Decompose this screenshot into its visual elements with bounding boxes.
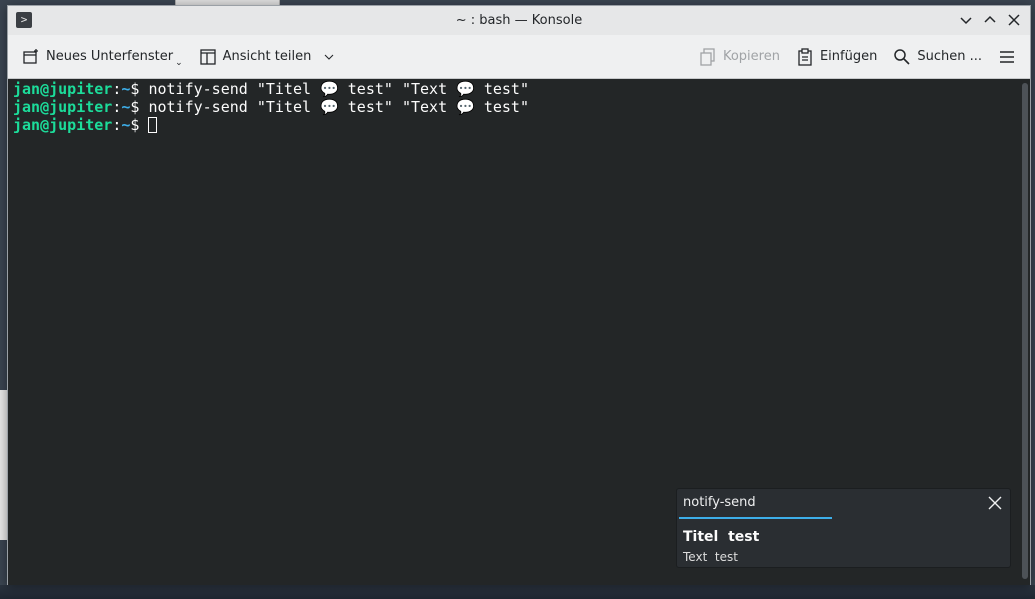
hamburger-menu-button[interactable] — [990, 41, 1024, 73]
window-controls — [956, 10, 1024, 30]
minimize-button[interactable] — [956, 10, 976, 30]
chevron-down-icon — [960, 17, 972, 25]
prompt-dollar: $ — [130, 116, 149, 134]
close-icon — [1008, 14, 1020, 26]
notification-popup[interactable]: notify-send Titel 󠀠 test Text 󠀠 test — [676, 488, 1011, 568]
new-tab-label: Neues Unterfenster — [46, 49, 174, 64]
toolbar: Neues Unterfenster ⌄ Ansicht teilen Kopi… — [8, 35, 1030, 79]
prompt-user: jan@jupiter — [13, 80, 113, 98]
chevron-up-icon — [984, 15, 996, 23]
title-bar[interactable]: > ~ : bash — Konsole — [8, 6, 1030, 35]
terminal-cursor — [148, 117, 158, 133]
window-title: ~ : bash — Konsole — [455, 13, 583, 28]
split-view-icon — [199, 48, 216, 65]
split-view-button[interactable]: Ansicht teilen — [191, 41, 344, 73]
notification-body: Text 󠀠 test — [683, 550, 738, 564]
chevron-down-icon[interactable] — [323, 51, 335, 63]
konsole-app-icon[interactable]: > — [16, 12, 32, 28]
search-icon — [894, 48, 910, 65]
terminal-output: jan@jupiter:~$ notify-send "Titel 💬 test… — [13, 80, 529, 134]
prompt-dollar: $ — [130, 98, 149, 116]
terminal-line: jan@jupiter:~$ notify-send "Titel 💬 test… — [13, 98, 529, 116]
new-tab-icon — [23, 48, 38, 64]
paste-button[interactable]: Einfügen — [788, 41, 885, 73]
new-tab-button[interactable]: Neues Unterfenster ⌄ — [14, 41, 191, 73]
scrollbar-thumb[interactable] — [1022, 83, 1028, 579]
notification-app-name: notify-send — [683, 495, 756, 510]
command-text: notify-send "Titel 💬 test" "Text 💬 test" — [148, 98, 529, 116]
desktop-panel-edge — [0, 585, 1035, 599]
notification-timeout-bar — [679, 517, 832, 519]
prompt-user: jan@jupiter — [13, 116, 113, 134]
prompt-user: jan@jupiter — [13, 98, 113, 116]
prompt-dollar: $ — [130, 80, 149, 98]
close-icon — [988, 496, 1002, 510]
hamburger-menu-icon — [1000, 50, 1014, 63]
search-button[interactable]: Suchen ... — [885, 41, 990, 73]
copy-button[interactable]: Kopieren — [691, 41, 788, 73]
new-tab-dropdown-icon[interactable]: ⌄ — [175, 58, 183, 68]
split-view-label: Ansicht teilen — [222, 49, 312, 64]
terminal-line: jan@jupiter:~$ — [13, 116, 529, 134]
paste-icon — [798, 47, 812, 66]
notification-header: notify-send — [677, 489, 1010, 519]
copy-label: Kopieren — [722, 49, 780, 64]
notification-title: Titel 󠀠 test — [683, 529, 760, 545]
copy-icon — [700, 47, 715, 66]
command-text: notify-send "Titel 💬 test" "Text 💬 test" — [148, 80, 529, 98]
terminal-scrollbar[interactable] — [1022, 83, 1028, 579]
terminal-line: jan@jupiter:~$ notify-send "Titel 💬 test… — [13, 80, 529, 98]
maximize-button[interactable] — [980, 10, 1000, 30]
notification-close-button[interactable] — [988, 495, 1004, 511]
paste-label: Einfügen — [819, 49, 878, 64]
search-label: Suchen ... — [917, 49, 982, 64]
close-button[interactable] — [1004, 10, 1024, 30]
